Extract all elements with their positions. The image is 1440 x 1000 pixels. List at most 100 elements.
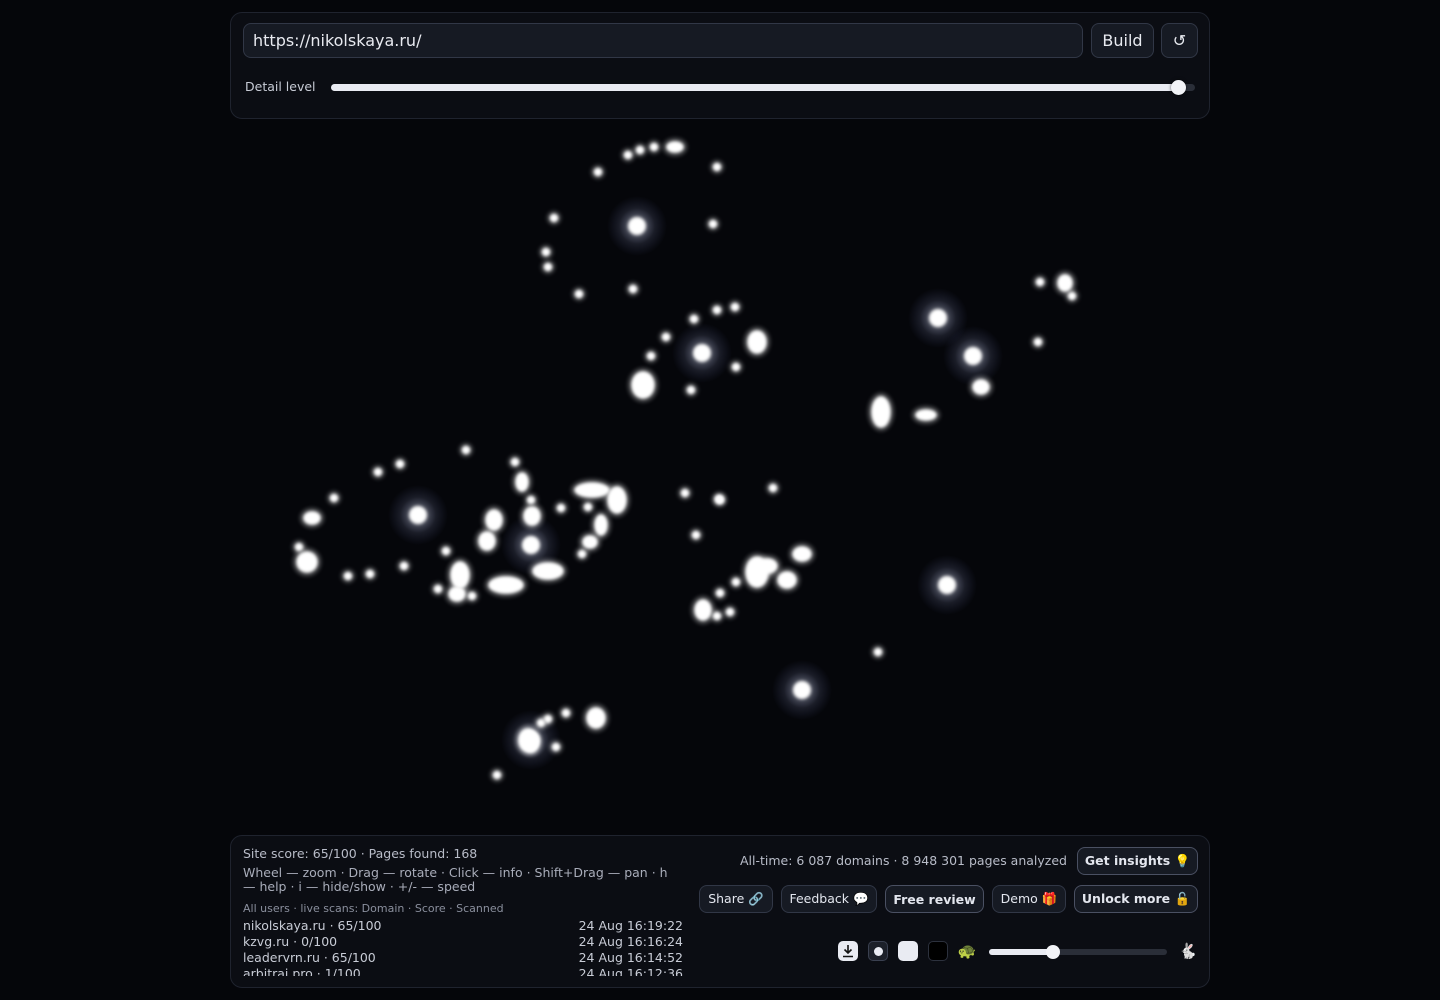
light-square-icon[interactable] xyxy=(898,941,918,961)
graph-node[interactable] xyxy=(510,457,520,467)
graph-node[interactable] xyxy=(399,561,409,571)
graph-node[interactable] xyxy=(551,742,561,752)
graph-node[interactable] xyxy=(543,262,553,272)
get-insights-button[interactable]: Get insights 💡 xyxy=(1077,847,1198,875)
graph-node[interactable] xyxy=(631,371,655,399)
graph-node[interactable] xyxy=(461,445,471,455)
download-icon[interactable] xyxy=(838,941,858,961)
speed-thumb[interactable] xyxy=(1046,945,1061,959)
graph-node[interactable] xyxy=(649,142,659,152)
graph-node[interactable] xyxy=(492,770,502,780)
graph-node[interactable] xyxy=(1035,277,1045,287)
graph-node[interactable] xyxy=(680,488,690,498)
graph-node[interactable] xyxy=(768,483,778,493)
scan-row[interactable]: kzvg.ru · 0/100 24 Aug 16:16:24 xyxy=(243,934,683,950)
graph-node[interactable] xyxy=(577,549,587,559)
graph-node[interactable] xyxy=(712,611,722,621)
reset-icon[interactable]: ↺ xyxy=(1161,23,1198,58)
graph-node[interactable] xyxy=(586,707,606,729)
graph-hub-node[interactable] xyxy=(929,309,947,327)
turtle-icon[interactable]: 🐢 xyxy=(957,941,977,961)
graph-node[interactable] xyxy=(343,571,353,581)
graph-node[interactable] xyxy=(395,459,405,469)
rabbit-icon[interactable]: 🐇 xyxy=(1178,941,1198,961)
graph-hub-node[interactable] xyxy=(522,536,540,554)
graph-node[interactable] xyxy=(686,385,696,395)
graph-node[interactable] xyxy=(593,167,603,177)
graph-node[interactable] xyxy=(515,472,529,492)
graph-node[interactable] xyxy=(549,213,559,223)
share-button[interactable]: Share 🔗 xyxy=(699,885,773,913)
graph-node[interactable] xyxy=(731,362,741,372)
scan-row[interactable]: nikolskaya.ru · 65/100 24 Aug 16:19:22 xyxy=(243,918,683,934)
graph-hub-node[interactable] xyxy=(409,506,427,524)
graph-node[interactable] xyxy=(1033,337,1043,347)
graph-node[interactable] xyxy=(792,546,812,562)
build-button[interactable]: Build xyxy=(1091,23,1154,58)
graph-node[interactable] xyxy=(777,571,797,589)
graph-node[interactable] xyxy=(725,607,735,617)
graph-node[interactable] xyxy=(712,305,722,315)
speed-slider[interactable] xyxy=(989,945,1167,959)
graph-node[interactable] xyxy=(556,503,566,513)
graph-hub-node[interactable] xyxy=(693,344,711,362)
graph-node[interactable] xyxy=(689,314,699,324)
graph-node[interactable] xyxy=(329,493,339,503)
graph-node[interactable] xyxy=(541,247,551,257)
graph-node[interactable] xyxy=(871,396,891,428)
detail-level-slider[interactable] xyxy=(331,80,1195,95)
graph-node[interactable] xyxy=(758,558,778,574)
graph-node[interactable] xyxy=(303,511,321,525)
scan-row[interactable]: leadervrn.ru · 65/100 24 Aug 16:14:52 xyxy=(243,950,683,966)
graph-node[interactable] xyxy=(715,588,725,598)
graph-hub-node[interactable] xyxy=(793,681,811,699)
graph-node[interactable] xyxy=(915,409,937,421)
scan-row[interactable]: arbitraj.pro · 1/100 24 Aug 16:12:36 xyxy=(243,966,683,976)
feedback-button[interactable]: Feedback 💬 xyxy=(781,885,877,913)
graph-hub-node[interactable] xyxy=(628,217,646,235)
graph-node[interactable] xyxy=(715,495,725,505)
graph-node[interactable] xyxy=(666,141,684,153)
graph-node[interactable] xyxy=(526,495,536,505)
free-review-button[interactable]: Free review xyxy=(885,885,984,913)
graph-node[interactable] xyxy=(628,284,638,294)
graph-node[interactable] xyxy=(574,289,584,299)
graph-node[interactable] xyxy=(873,647,883,657)
graph-node[interactable] xyxy=(635,145,645,155)
graph-node[interactable] xyxy=(730,302,740,312)
graph-node[interactable] xyxy=(478,531,496,551)
graph-node[interactable] xyxy=(448,586,466,602)
graph-node[interactable] xyxy=(433,584,443,594)
url-input[interactable] xyxy=(243,23,1083,58)
graph-node[interactable] xyxy=(691,530,701,540)
graph-node[interactable] xyxy=(731,577,741,587)
graph-node[interactable] xyxy=(661,332,671,342)
graph-node[interactable] xyxy=(532,562,564,580)
graph-node[interactable] xyxy=(747,330,767,354)
graph-node[interactable] xyxy=(536,718,546,728)
graph-node[interactable] xyxy=(623,150,633,160)
graph-hub-node[interactable] xyxy=(938,576,956,594)
dot-icon[interactable] xyxy=(868,941,888,961)
demo-button[interactable]: Demo 🎁 xyxy=(992,885,1066,913)
graph-node[interactable] xyxy=(607,486,627,514)
dark-square-icon[interactable] xyxy=(928,941,948,961)
graph-node[interactable] xyxy=(646,351,656,361)
graph-node[interactable] xyxy=(1067,291,1077,301)
graph-node[interactable] xyxy=(708,219,718,229)
graph-node[interactable] xyxy=(712,162,722,172)
graph-node[interactable] xyxy=(561,708,571,718)
unlock-more-button[interactable]: Unlock more 🔓 xyxy=(1074,885,1198,913)
graph-hub-node[interactable] xyxy=(964,347,982,365)
graph-node[interactable] xyxy=(583,502,593,512)
detail-level-thumb[interactable] xyxy=(1170,80,1186,95)
graph-node[interactable] xyxy=(373,467,383,477)
graph-node[interactable] xyxy=(523,506,541,526)
graph-node[interactable] xyxy=(441,546,451,556)
graph-node[interactable] xyxy=(467,591,477,601)
graph-node[interactable] xyxy=(294,542,304,552)
graph-node[interactable] xyxy=(365,569,375,579)
graph-node[interactable] xyxy=(972,379,990,395)
graph-node[interactable] xyxy=(488,576,524,594)
graph-node[interactable] xyxy=(523,735,539,753)
